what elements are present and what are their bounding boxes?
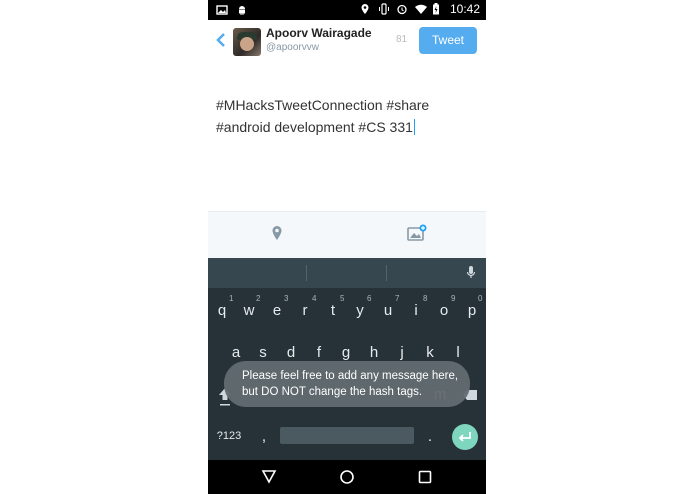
- key-g[interactable]: g: [332, 344, 360, 361]
- status-time: 10:42: [449, 2, 480, 16]
- key-o[interactable]: o: [430, 302, 458, 319]
- image-icon: [216, 3, 228, 15]
- microphone-icon[interactable]: [466, 265, 476, 286]
- tweet-text-input[interactable]: #MHacksTweetConnection #share #android d…: [216, 94, 478, 138]
- key-f[interactable]: f: [305, 344, 333, 361]
- key-u[interactable]: u: [374, 302, 402, 319]
- key-q[interactable]: q: [208, 302, 236, 319]
- tweet-text-line-2-text: #android development #CS 331: [216, 119, 413, 135]
- navigation-bar: [208, 460, 486, 494]
- key-p[interactable]: p: [458, 302, 486, 319]
- vibrate-icon: [378, 3, 390, 15]
- text-cursor: [413, 119, 416, 135]
- character-count: 81: [396, 34, 408, 45]
- soft-keyboard: q w e r t y u i o p 1 2 3 4 5 6 7 8 9 0 …: [208, 258, 486, 460]
- key-hint-3: 3: [284, 294, 289, 303]
- key-d[interactable]: d: [277, 344, 305, 361]
- add-photo-icon[interactable]: [407, 224, 427, 247]
- key-hint-7: 7: [395, 294, 400, 303]
- key-hint-5: 5: [340, 294, 345, 303]
- tweet-text-line-1: #MHacksTweetConnection #share: [216, 97, 430, 113]
- key-period[interactable]: .: [416, 428, 444, 445]
- symbols-key[interactable]: ?123: [214, 430, 244, 442]
- status-bar: 10:42: [208, 0, 486, 20]
- key-hint-2: 2: [256, 294, 261, 303]
- key-s[interactable]: s: [249, 344, 277, 361]
- space-bar[interactable]: [280, 427, 414, 444]
- avatar: [233, 28, 261, 56]
- user-handle: @apoorvvw: [266, 42, 319, 53]
- home-circle-icon[interactable]: [339, 469, 355, 490]
- tweet-text-line-2: #android development #CS 331: [216, 116, 478, 138]
- key-hint-0: 0: [478, 294, 483, 303]
- compose-actions-bar: [208, 211, 486, 258]
- recents-square-icon[interactable]: [417, 469, 433, 490]
- chevron-left-icon[interactable]: [216, 32, 226, 50]
- enter-key[interactable]: [452, 424, 478, 450]
- alarm-icon: [396, 3, 408, 15]
- location-icon: [360, 3, 372, 15]
- phone-screen: 10:42 Apoorv Wairagade @apoorvvw 81 Twee…: [208, 0, 486, 494]
- key-t[interactable]: t: [319, 302, 347, 319]
- android-icon: [236, 3, 248, 15]
- key-hint-4: 4: [312, 294, 317, 303]
- user-name: Apoorv Wairagade: [266, 26, 372, 40]
- key-j[interactable]: j: [388, 344, 416, 361]
- toast-line-2: but DO NOT change the hash tags.: [242, 386, 423, 398]
- back-triangle-icon[interactable]: [261, 469, 277, 490]
- key-i[interactable]: i: [402, 302, 430, 319]
- key-hint-6: 6: [367, 294, 372, 303]
- key-comma[interactable]: ,: [250, 428, 278, 445]
- enter-icon: [458, 432, 471, 442]
- key-hint-8: 8: [423, 294, 428, 303]
- key-l[interactable]: l: [444, 344, 472, 361]
- compose-header: Apoorv Wairagade @apoorvvw 81 Tweet: [208, 20, 486, 64]
- key-y[interactable]: y: [346, 302, 374, 319]
- key-hint-9: 9: [451, 294, 456, 303]
- key-w[interactable]: w: [235, 302, 263, 319]
- key-r[interactable]: r: [291, 302, 319, 319]
- suggestion-strip: [208, 258, 486, 288]
- key-hint-1: 1: [229, 294, 234, 303]
- toast-message: Please feel free to add any message here…: [224, 361, 470, 407]
- key-a[interactable]: a: [222, 344, 250, 361]
- battery-icon: [432, 3, 444, 15]
- wifi-icon: [414, 3, 427, 15]
- key-h[interactable]: h: [360, 344, 388, 361]
- tweet-button[interactable]: Tweet: [419, 27, 477, 54]
- key-e[interactable]: e: [263, 302, 291, 319]
- location-pin-icon[interactable]: [271, 225, 283, 246]
- key-k[interactable]: k: [416, 344, 444, 361]
- toast-line-1: Please feel free to add any message here…: [242, 370, 459, 382]
